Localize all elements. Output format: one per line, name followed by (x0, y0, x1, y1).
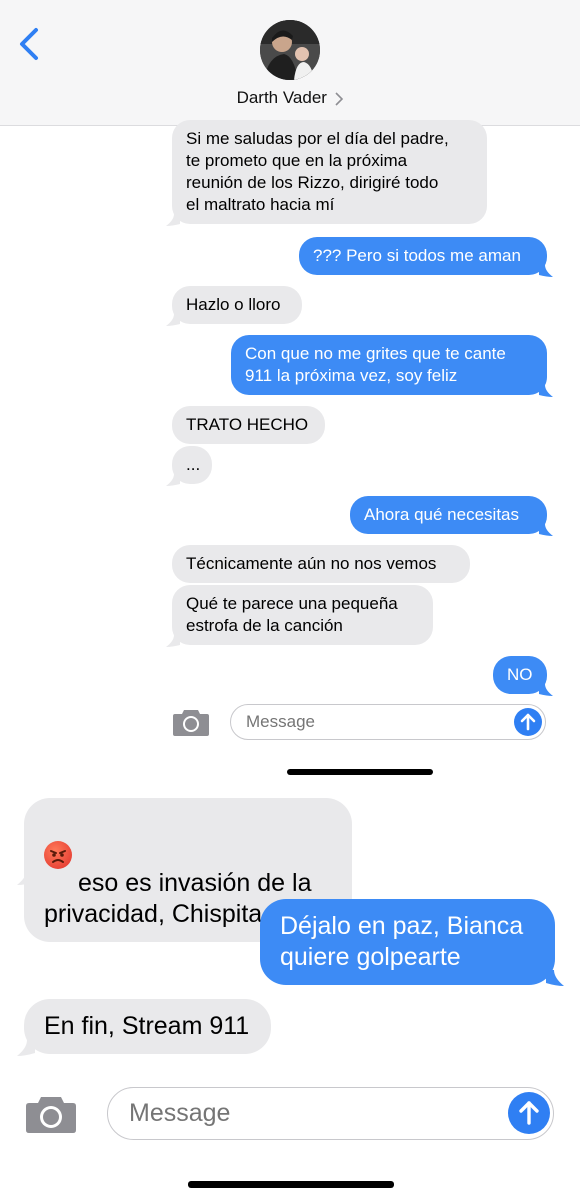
home-indicator (188, 1181, 394, 1188)
back-button[interactable] (14, 24, 48, 64)
bubble-tail (166, 474, 180, 486)
send-button[interactable] (514, 708, 542, 736)
message-bubble-incoming[interactable]: Qué te parece una pequeña estrofa de la … (172, 585, 433, 645)
chevron-left-icon (20, 28, 38, 60)
contact-avatar[interactable] (260, 20, 320, 80)
message-bubble-outgoing[interactable]: Ahora qué necesitas (350, 496, 547, 534)
bubble-tail (546, 970, 564, 986)
message-input[interactable] (230, 704, 546, 740)
camera-icon (173, 710, 209, 736)
angry-face-icon (44, 841, 72, 869)
message-bubble-outgoing[interactable]: Déjalo en paz, Bianca quiere golpearte (260, 899, 555, 985)
bubble-tail (539, 265, 553, 277)
bubble-tail (539, 524, 553, 536)
message-input[interactable] (107, 1087, 554, 1140)
bubble-tail (17, 869, 35, 885)
message-bubble-outgoing[interactable]: Con que no me grites que te cante 911 la… (231, 335, 547, 395)
message-bubble-incoming[interactable]: Técnicamente aún no nos vemos (172, 545, 470, 583)
contact-name[interactable]: Darth Vader (237, 88, 327, 107)
send-button[interactable] (508, 1092, 550, 1134)
bubble-tail (539, 684, 553, 696)
camera-button[interactable] (25, 1094, 77, 1134)
camera-button[interactable] (172, 707, 210, 737)
message-bubble-outgoing[interactable]: ??? Pero si todos me aman (299, 237, 547, 275)
bubble-tail (166, 214, 180, 226)
chevron-right-icon (335, 92, 344, 106)
conversation-header: Darth Vader (0, 0, 580, 126)
message-bubble-incoming[interactable]: En fin, Stream 911 (24, 999, 271, 1054)
message-bubble-incoming[interactable]: TRATO HECHO (172, 406, 325, 444)
bubble-tail (539, 385, 553, 397)
home-indicator (287, 769, 433, 775)
message-bubble-incoming[interactable]: Hazlo o lloro (172, 286, 302, 324)
bubble-tail (17, 1040, 35, 1056)
bubble-tail (166, 314, 180, 326)
contact-name-row[interactable]: Darth Vader (0, 88, 580, 108)
camera-icon (26, 1097, 76, 1133)
bubble-tail (166, 635, 180, 647)
message-bubble-incoming[interactable]: Si me saludas por el día del padre, te p… (172, 120, 487, 224)
arrow-up-icon (520, 713, 536, 731)
arrow-up-icon (519, 1101, 539, 1125)
